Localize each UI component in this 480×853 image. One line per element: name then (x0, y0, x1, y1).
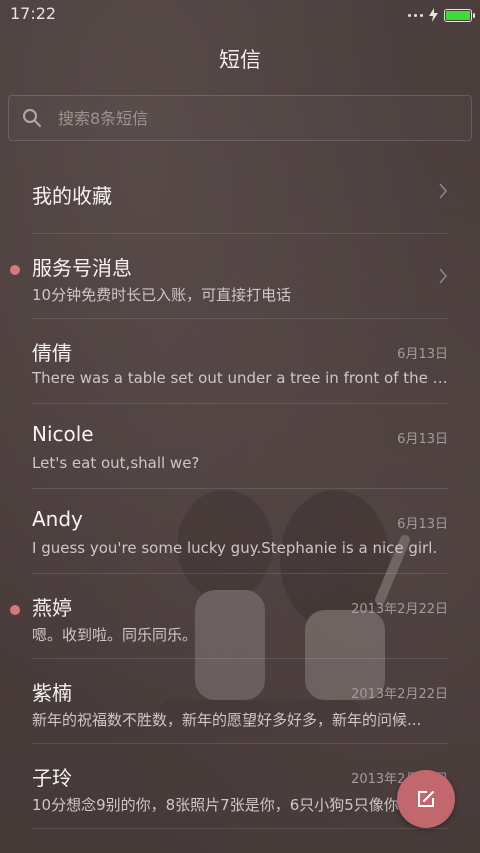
conversation-name: Nicole (32, 422, 94, 446)
list-item[interactable]: 紫楠 2013年2月22日 新年的祝福数不胜数，新年的愿望好多好多，新年的问候.… (32, 659, 448, 744)
conversation-name: 子玲 (32, 766, 72, 790)
conversation-preview: 新年的祝福数不胜数，新年的愿望好多好多，新年的问候... (32, 711, 422, 729)
conversation-date: 2013年2月22日 (351, 602, 448, 617)
search-icon (23, 109, 41, 127)
search-input[interactable] (56, 107, 471, 129)
list-item[interactable]: 倩倩 6月13日 There was a table set out under… (32, 319, 448, 404)
status-time: 17:22 (10, 4, 57, 23)
list-item[interactable]: Andy 6月13日 I guess you're some lucky guy… (32, 489, 448, 574)
conversation-preview: 10分钟免费时长已入账，可直接打电话 (32, 286, 292, 304)
conversation-name: 燕婷 (32, 596, 72, 620)
search-box[interactable] (8, 95, 472, 141)
unread-dot (10, 605, 20, 615)
status-icons (408, 6, 475, 24)
conversation-preview: 10分想念9别的你，8张照片7张是你，6只小狗5只像你 (32, 796, 399, 814)
conversation-date: 6月13日 (397, 517, 448, 532)
conversation-name: Andy (32, 507, 83, 531)
list-item[interactable]: 服务号消息 10分钟免费时长已入账，可直接打电话 (10, 234, 448, 319)
conversation-preview: Let's eat out,shall we? (32, 454, 200, 472)
favorites-item[interactable]: 我的收藏 (32, 150, 448, 234)
status-bar: 17:22 (0, 0, 480, 30)
chevron-right-icon (439, 183, 448, 199)
unread-dot (10, 265, 20, 275)
conversation-date: 2013年2月22日 (351, 687, 448, 702)
conversation-preview: There was a table set out under a tree i… (32, 369, 448, 387)
chevron-right-icon (439, 268, 448, 284)
list-item[interactable]: 子玲 2013年2月22日 10分想念9别的你，8张照片7张是你，6只小狗5只像… (32, 744, 448, 829)
list-item[interactable]: 燕婷 2013年2月22日 嗯。收到啦。同乐同乐。 (10, 574, 448, 659)
page-title: 短信 (219, 48, 261, 72)
conversation-list: 我的收藏 服务号消息 10分钟免费时长已入账，可直接打电话 倩倩 6月13日 T… (0, 150, 480, 829)
conversation-date: 6月13日 (397, 347, 448, 362)
conversation-preview: 嗯。收到啦。同乐同乐。 (32, 626, 198, 644)
compose-icon (418, 791, 434, 807)
favorites-label: 我的收藏 (32, 184, 112, 208)
battery-icon (444, 8, 475, 22)
conversation-name: 倩倩 (32, 341, 72, 365)
more-dots-icon (408, 13, 423, 17)
conversation-name: 服务号消息 (32, 256, 132, 280)
compose-button[interactable] (397, 770, 455, 828)
conversation-name: 紫楠 (32, 681, 72, 705)
list-item[interactable]: Nicole 6月13日 Let's eat out,shall we? (32, 404, 448, 489)
conversation-preview: I guess you're some lucky guy.Stephanie … (32, 539, 438, 557)
conversation-date: 6月13日 (397, 432, 448, 447)
battery-level (446, 10, 470, 20)
charging-icon (429, 8, 438, 22)
messages-screen: 17:22 短信 我的收藏 服务号消息 (0, 0, 480, 853)
